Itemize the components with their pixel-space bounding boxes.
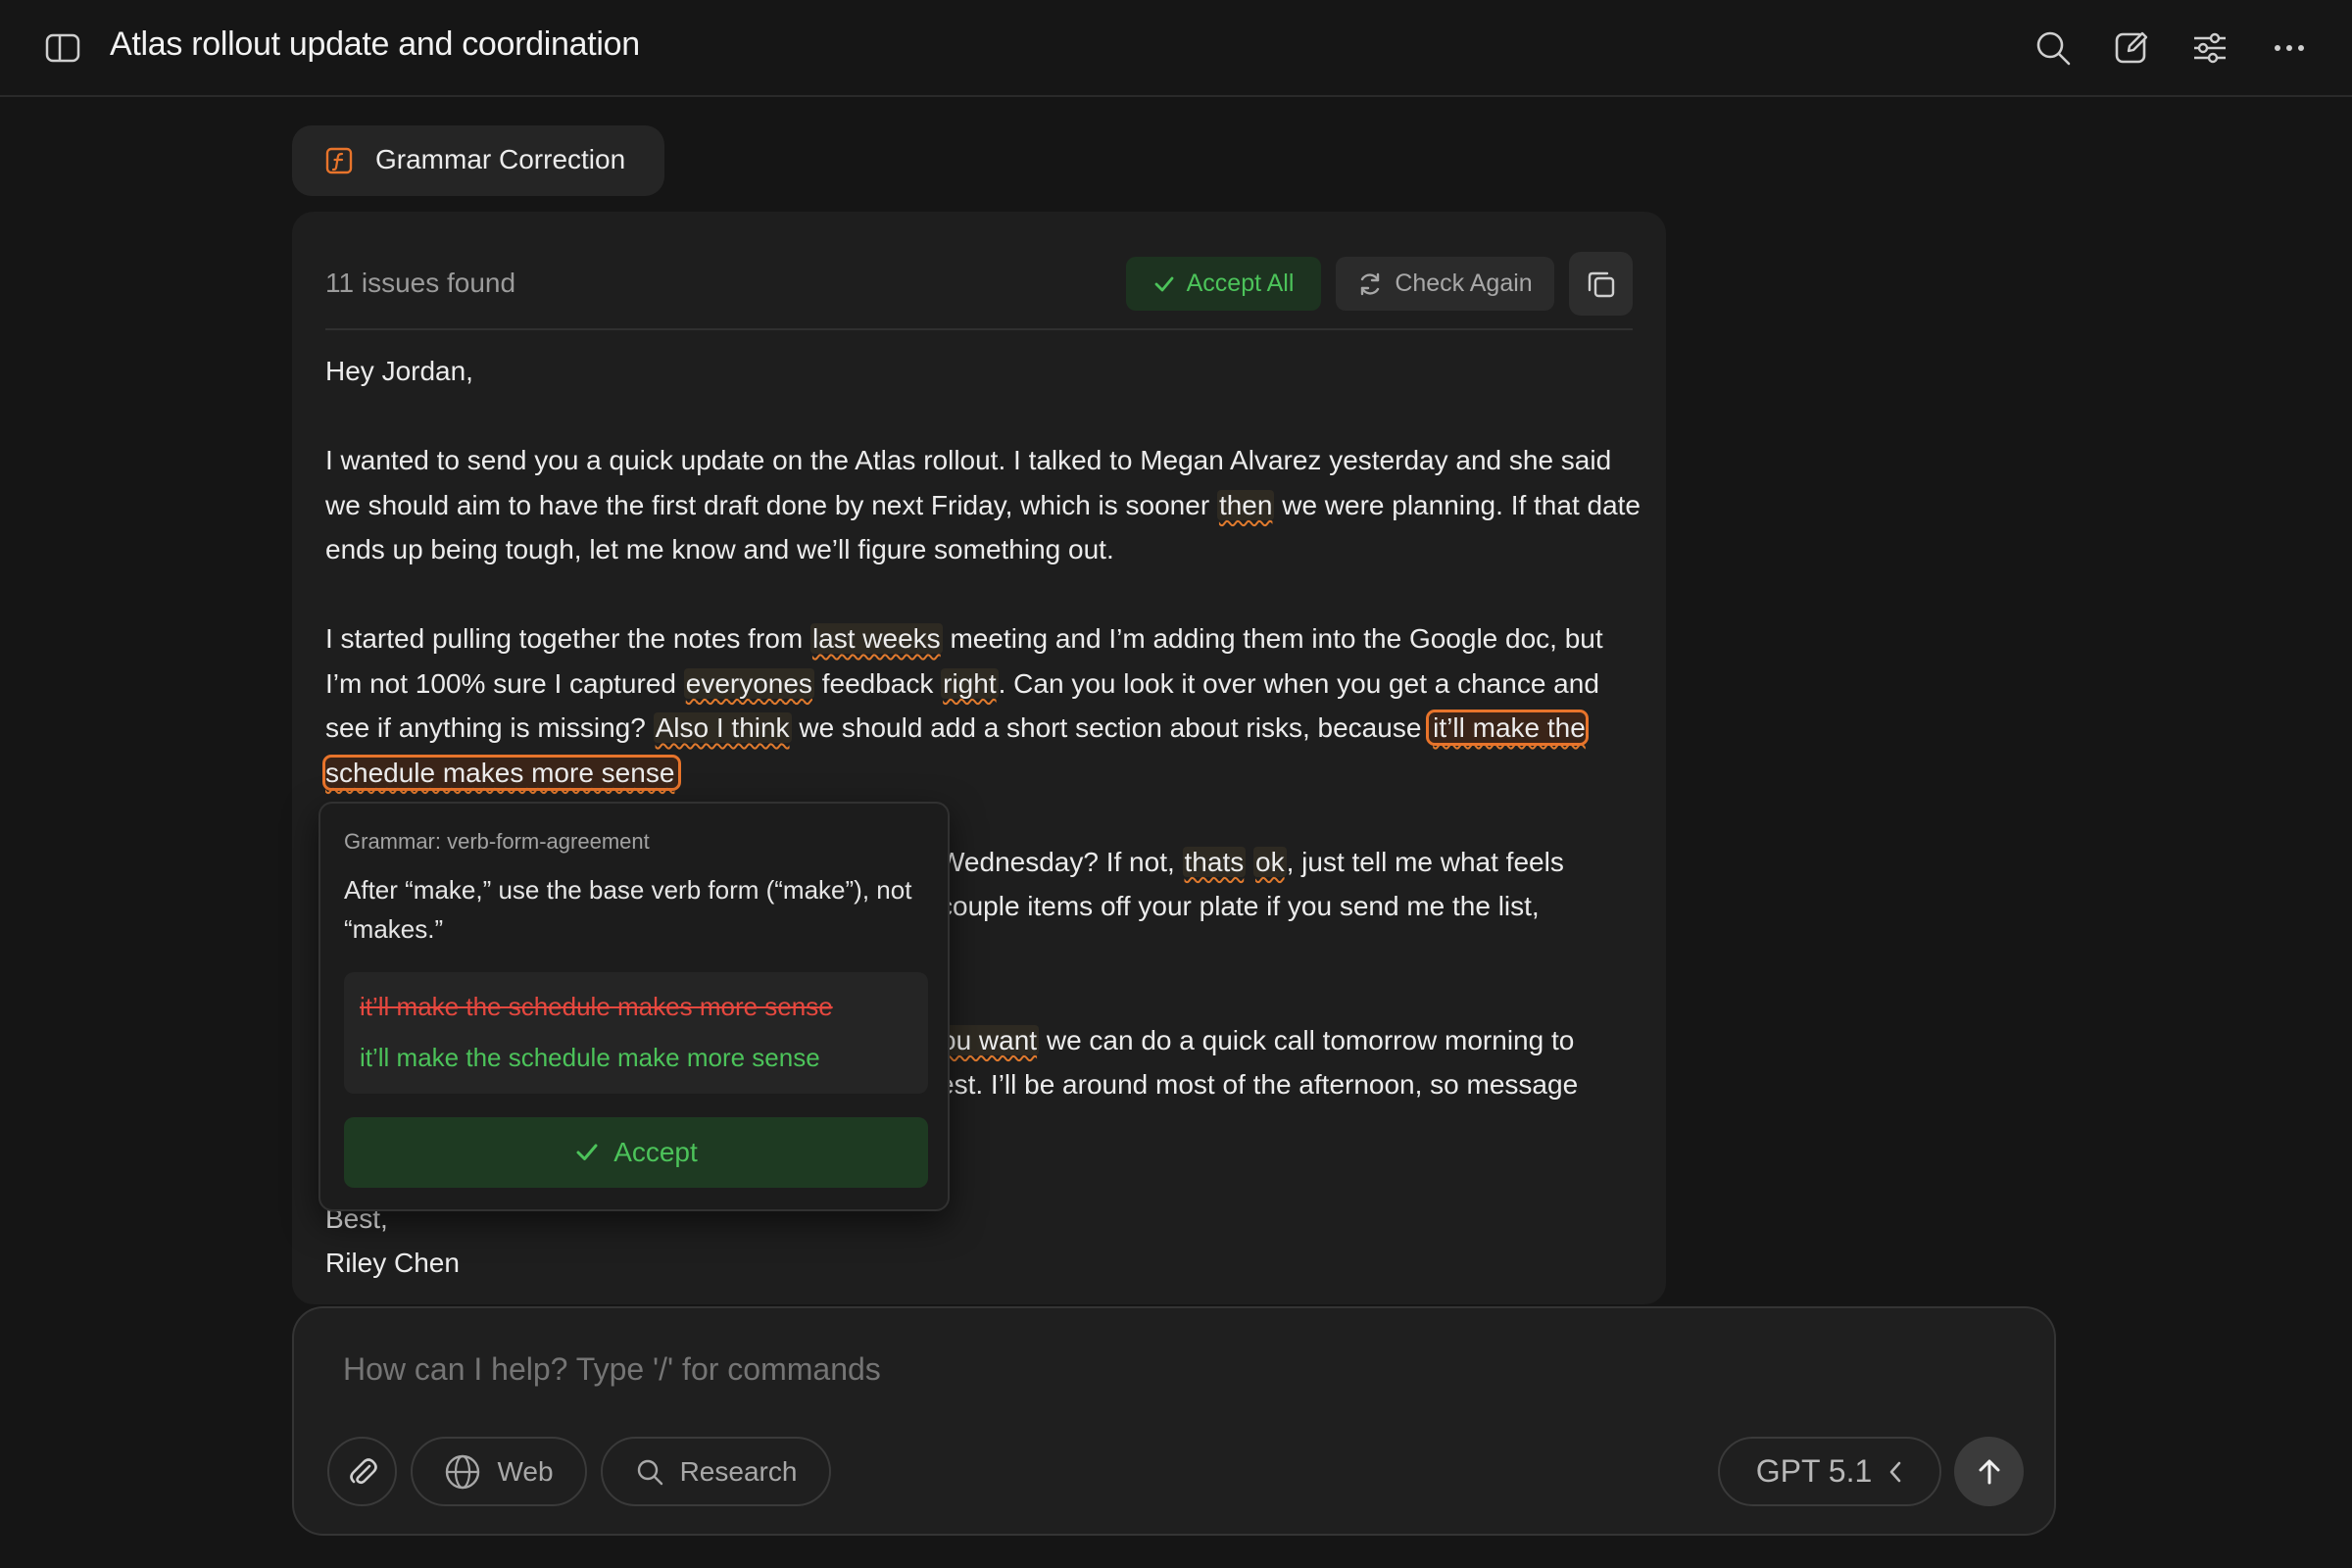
grammar-correction-chip[interactable]: Grammar Correction (292, 125, 664, 196)
copy-button[interactable] (1569, 252, 1633, 316)
email-signature: Riley Chen (325, 1248, 460, 1278)
model-selector[interactable]: GPT 5.1 (1718, 1437, 1941, 1506)
web-label: Web (497, 1455, 554, 1487)
function-icon (325, 147, 353, 174)
send-button[interactable] (1954, 1437, 2024, 1506)
grammar-issue[interactable]: everyones (683, 667, 814, 699)
sidebar-toggle-icon[interactable] (45, 33, 80, 63)
refresh-icon (1361, 272, 1380, 295)
grammar-issue[interactable]: last weeks (809, 623, 943, 654)
research-label: Research (679, 1455, 798, 1487)
chevron-left-icon (1889, 1461, 1901, 1482)
check-icon (1154, 276, 1174, 291)
search-icon[interactable] (2033, 27, 2074, 69)
research-button[interactable]: Research (601, 1437, 831, 1506)
more-icon[interactable] (2269, 27, 2310, 69)
attach-button[interactable] (327, 1437, 397, 1506)
accept-label: Accept (613, 1137, 698, 1167)
chip-label: Grammar Correction (375, 144, 626, 174)
accept-all-button[interactable]: Accept All (1126, 257, 1321, 311)
prompt-input[interactable] (343, 1351, 1617, 1388)
check-again-label: Check Again (1395, 270, 1533, 297)
compose-icon[interactable] (2112, 27, 2153, 69)
composer: Web Research GPT 5.1 (292, 1306, 2056, 1536)
grammar-issue[interactable]: ok (1253, 846, 1287, 877)
grammar-issue[interactable]: right (941, 667, 999, 699)
globe-icon (446, 1454, 480, 1489)
search-icon (637, 1459, 662, 1485)
grammar-rule-label: Grammar: verb-form-agreement (344, 829, 650, 854)
issues-count: 11 issues found (325, 268, 516, 298)
sliders-icon[interactable] (2189, 27, 2230, 69)
copy-icon (1588, 271, 1614, 297)
card-divider (325, 328, 1633, 330)
grammar-issue[interactable]: Also I think (653, 712, 792, 743)
page-title: Atlas rollout update and coordination (110, 25, 640, 63)
suggested-text: it’ll make the schedule make more sense (360, 1043, 820, 1072)
web-button[interactable]: Web (411, 1437, 587, 1506)
check-icon (576, 1144, 598, 1160)
top-bar: Atlas rollout update and coordination (0, 0, 2352, 97)
grammar-issue[interactable]: ou want (939, 1024, 1040, 1055)
email-paragraph-2: I started pulling together the notes fro… (322, 623, 1603, 791)
paperclip-icon (349, 1457, 377, 1484)
arrow-up-icon (1979, 1459, 1999, 1484)
email-paragraph-1: I wanted to send you a quick update on t… (325, 445, 1642, 564)
email-greeting: Hey Jordan, (325, 356, 473, 386)
model-label: GPT 5.1 (1755, 1453, 1873, 1489)
accept-suggestion-button[interactable]: Accept (344, 1117, 928, 1188)
grammar-issue[interactable]: thats (1182, 846, 1247, 877)
suggestion-popover: Grammar: verb-form-agreement After “make… (318, 802, 950, 1211)
grammar-issue[interactable]: then (1216, 489, 1275, 520)
grammar-rule-description: After “make,” use the base verb form (“m… (344, 875, 912, 944)
original-text: it’ll make the schedule makes more sense (360, 992, 833, 1021)
accept-all-label: Accept All (1186, 270, 1295, 297)
check-again-button[interactable]: Check Again (1336, 257, 1554, 311)
suggestion-diff: it’ll make the schedule makes more sense… (344, 972, 928, 1094)
